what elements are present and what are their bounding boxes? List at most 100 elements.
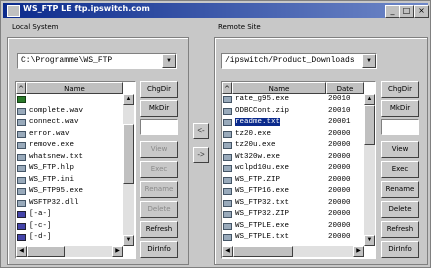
- scroll-right-icon[interactable]: ▶: [353, 246, 364, 257]
- scroll-up-icon[interactable]: ▲: [364, 94, 375, 105]
- remote-chgdir-button[interactable]: ChgDir: [381, 81, 419, 98]
- list-item[interactable]: WS_FTP95.exe: [16, 187, 83, 196]
- remote-delete-button[interactable]: Delete: [381, 201, 419, 218]
- file-date: 20000: [328, 141, 351, 149]
- local-exec-button[interactable]: Exec: [140, 161, 178, 178]
- list-item[interactable]: [-c-]: [16, 222, 52, 231]
- remote-site-label: Remote Site: [217, 23, 262, 31]
- list-item[interactable]: WSFTP32.dll: [16, 199, 79, 208]
- local-file-list[interactable]: ^ Name complete.wav connect.wav error.wav r…: [15, 81, 136, 259]
- minimize-button[interactable]: _: [385, 5, 400, 18]
- remote-exec-button[interactable]: Exec: [381, 161, 419, 178]
- file-name: WS_FTPLE.txt: [235, 233, 290, 241]
- local-dirinfo-button[interactable]: DirInfo: [140, 241, 178, 258]
- list-item[interactable]: [-a-]: [16, 210, 52, 219]
- list-item[interactable]: WS_FTP.hlp: [16, 164, 74, 173]
- list-item[interactable]: tz20.exe 20000: [222, 130, 351, 139]
- local-refresh-button[interactable]: Refresh: [140, 221, 178, 238]
- remote-hscroll-thumb[interactable]: [233, 246, 293, 257]
- remote-vertical-scrollbar[interactable]: ▲ ▼: [364, 94, 375, 246]
- remote-date-header[interactable]: Date: [326, 82, 364, 94]
- local-chgdir-button[interactable]: ChgDir: [140, 81, 178, 98]
- list-item[interactable]: remove.exe: [16, 141, 74, 150]
- app-window: WS_FTP LE ftp.ipswitch.com _ □ × Local S…: [0, 0, 431, 268]
- maximize-button[interactable]: □: [399, 5, 414, 18]
- scroll-right-icon[interactable]: ▶: [112, 246, 123, 257]
- file-icon: [223, 188, 232, 195]
- remote-filter-field[interactable]: [381, 119, 419, 135]
- transfer-to-remote-button[interactable]: ->: [193, 147, 209, 163]
- file-icon: [17, 107, 26, 115]
- file-icon: [223, 176, 232, 184]
- list-item[interactable]: rate_g95.exe 20010: [222, 95, 351, 104]
- chevron-down-icon[interactable]: ▼: [362, 54, 376, 68]
- close-button[interactable]: ×: [414, 5, 429, 18]
- list-item[interactable]: WS_FTP32.ZIP 20000: [222, 210, 351, 219]
- file-name: WS_FTP32.txt: [235, 198, 290, 207]
- local-horizontal-scrollbar[interactable]: ◀ ▶: [16, 246, 123, 257]
- local-path-combo[interactable]: C:\Programme\WS_FTP ▼: [17, 53, 177, 69]
- remote-scroll-thumb[interactable]: [364, 105, 375, 145]
- list-item[interactable]: WS_FTP.ZIP 20000: [222, 175, 351, 185]
- local-mkdir-button[interactable]: MkDir: [140, 100, 178, 117]
- local-vertical-scrollbar[interactable]: ▲ ▼: [123, 94, 134, 246]
- file-date: 20001: [328, 118, 351, 126]
- file-date: 20010: [328, 95, 351, 103]
- file-name: [-c-]: [29, 221, 52, 230]
- list-item[interactable]: WS_FTP16.exe 20000: [222, 187, 351, 196]
- local-sort-header[interactable]: ^: [16, 82, 26, 94]
- remote-name-header[interactable]: Name: [232, 82, 326, 94]
- remote-mkdir-button[interactable]: MkDir: [381, 100, 419, 117]
- file-date: 20000: [328, 221, 351, 230]
- list-item[interactable]: tz20u.exe 20000: [222, 141, 351, 150]
- list-item[interactable]: WS_FTPLE.exe 20000: [222, 222, 351, 231]
- list-item[interactable]: error.wav: [16, 130, 70, 139]
- file-icon: [223, 211, 232, 218]
- local-delete-button[interactable]: Delete: [140, 201, 178, 218]
- local-view-button[interactable]: View: [140, 141, 178, 158]
- remote-file-list[interactable]: ^ Name Date rate_g95.exe 20010 ODBCCont.zi…: [221, 81, 376, 259]
- list-item[interactable]: WS_FTPLE.txt 20000: [222, 233, 351, 242]
- list-item[interactable]: [16, 95, 29, 104]
- list-item[interactable]: whatsnew.txt: [16, 153, 83, 162]
- transfer-to-local-button[interactable]: <-: [193, 123, 209, 139]
- file-icon: [223, 96, 232, 103]
- chevron-down-icon[interactable]: ▼: [162, 54, 176, 68]
- local-rename-button[interactable]: Rename: [140, 181, 178, 198]
- remote-refresh-button[interactable]: Refresh: [381, 221, 419, 238]
- list-item[interactable]: WS_FTP.ini: [16, 176, 74, 185]
- file-date: 20010: [328, 106, 351, 115]
- remote-view-button[interactable]: View: [381, 141, 419, 158]
- local-filter-field[interactable]: [140, 119, 178, 135]
- file-name: ODBCCont.zip: [235, 106, 290, 115]
- remote-path-combo[interactable]: /ipswitch/Product_Downloads ▼: [221, 53, 377, 69]
- local-hscroll-thumb[interactable]: [27, 246, 65, 257]
- scroll-down-icon[interactable]: ▼: [123, 235, 134, 246]
- file-name: tz20u.exe: [235, 141, 276, 149]
- window-title: WS_FTP LE ftp.ipswitch.com: [23, 4, 150, 13]
- list-item[interactable]: complete.wav: [16, 107, 83, 116]
- local-scroll-thumb[interactable]: [123, 124, 134, 184]
- remote-sort-header[interactable]: ^: [222, 82, 232, 94]
- remote-horizontal-scrollbar[interactable]: ◀ ▶: [222, 246, 364, 257]
- file-icon: [17, 153, 26, 161]
- remote-rename-button[interactable]: Rename: [381, 181, 419, 198]
- up-folder-icon: [17, 96, 26, 103]
- file-icon: [223, 199, 232, 207]
- scroll-left-icon[interactable]: ◀: [16, 246, 27, 257]
- list-item[interactable]: wclpd10u.exe 20000: [222, 164, 351, 173]
- scroll-left-icon[interactable]: ◀: [222, 246, 233, 257]
- list-item[interactable]: [-d-]: [16, 233, 52, 242]
- scroll-up-icon[interactable]: ▲: [123, 94, 134, 105]
- local-name-header[interactable]: Name: [26, 82, 123, 94]
- list-item[interactable]: ODBCCont.zip 20010: [222, 106, 351, 116]
- file-name: WS_FTP.hlp: [29, 164, 75, 172]
- list-item[interactable]: Wt320w.exe 20000: [222, 153, 351, 162]
- remote-dirinfo-button[interactable]: DirInfo: [381, 241, 419, 258]
- list-item[interactable]: readme.txt 20001: [222, 118, 351, 127]
- scroll-down-icon[interactable]: ▼: [364, 235, 375, 246]
- list-item[interactable]: connect.wav: [16, 118, 79, 127]
- list-item[interactable]: WS_FTP32.txt 20000: [222, 198, 351, 208]
- title-bar[interactable]: WS_FTP LE ftp.ipswitch.com _ □ ×: [3, 3, 429, 18]
- file-name: WS_FTP.ZIP: [235, 175, 281, 184]
